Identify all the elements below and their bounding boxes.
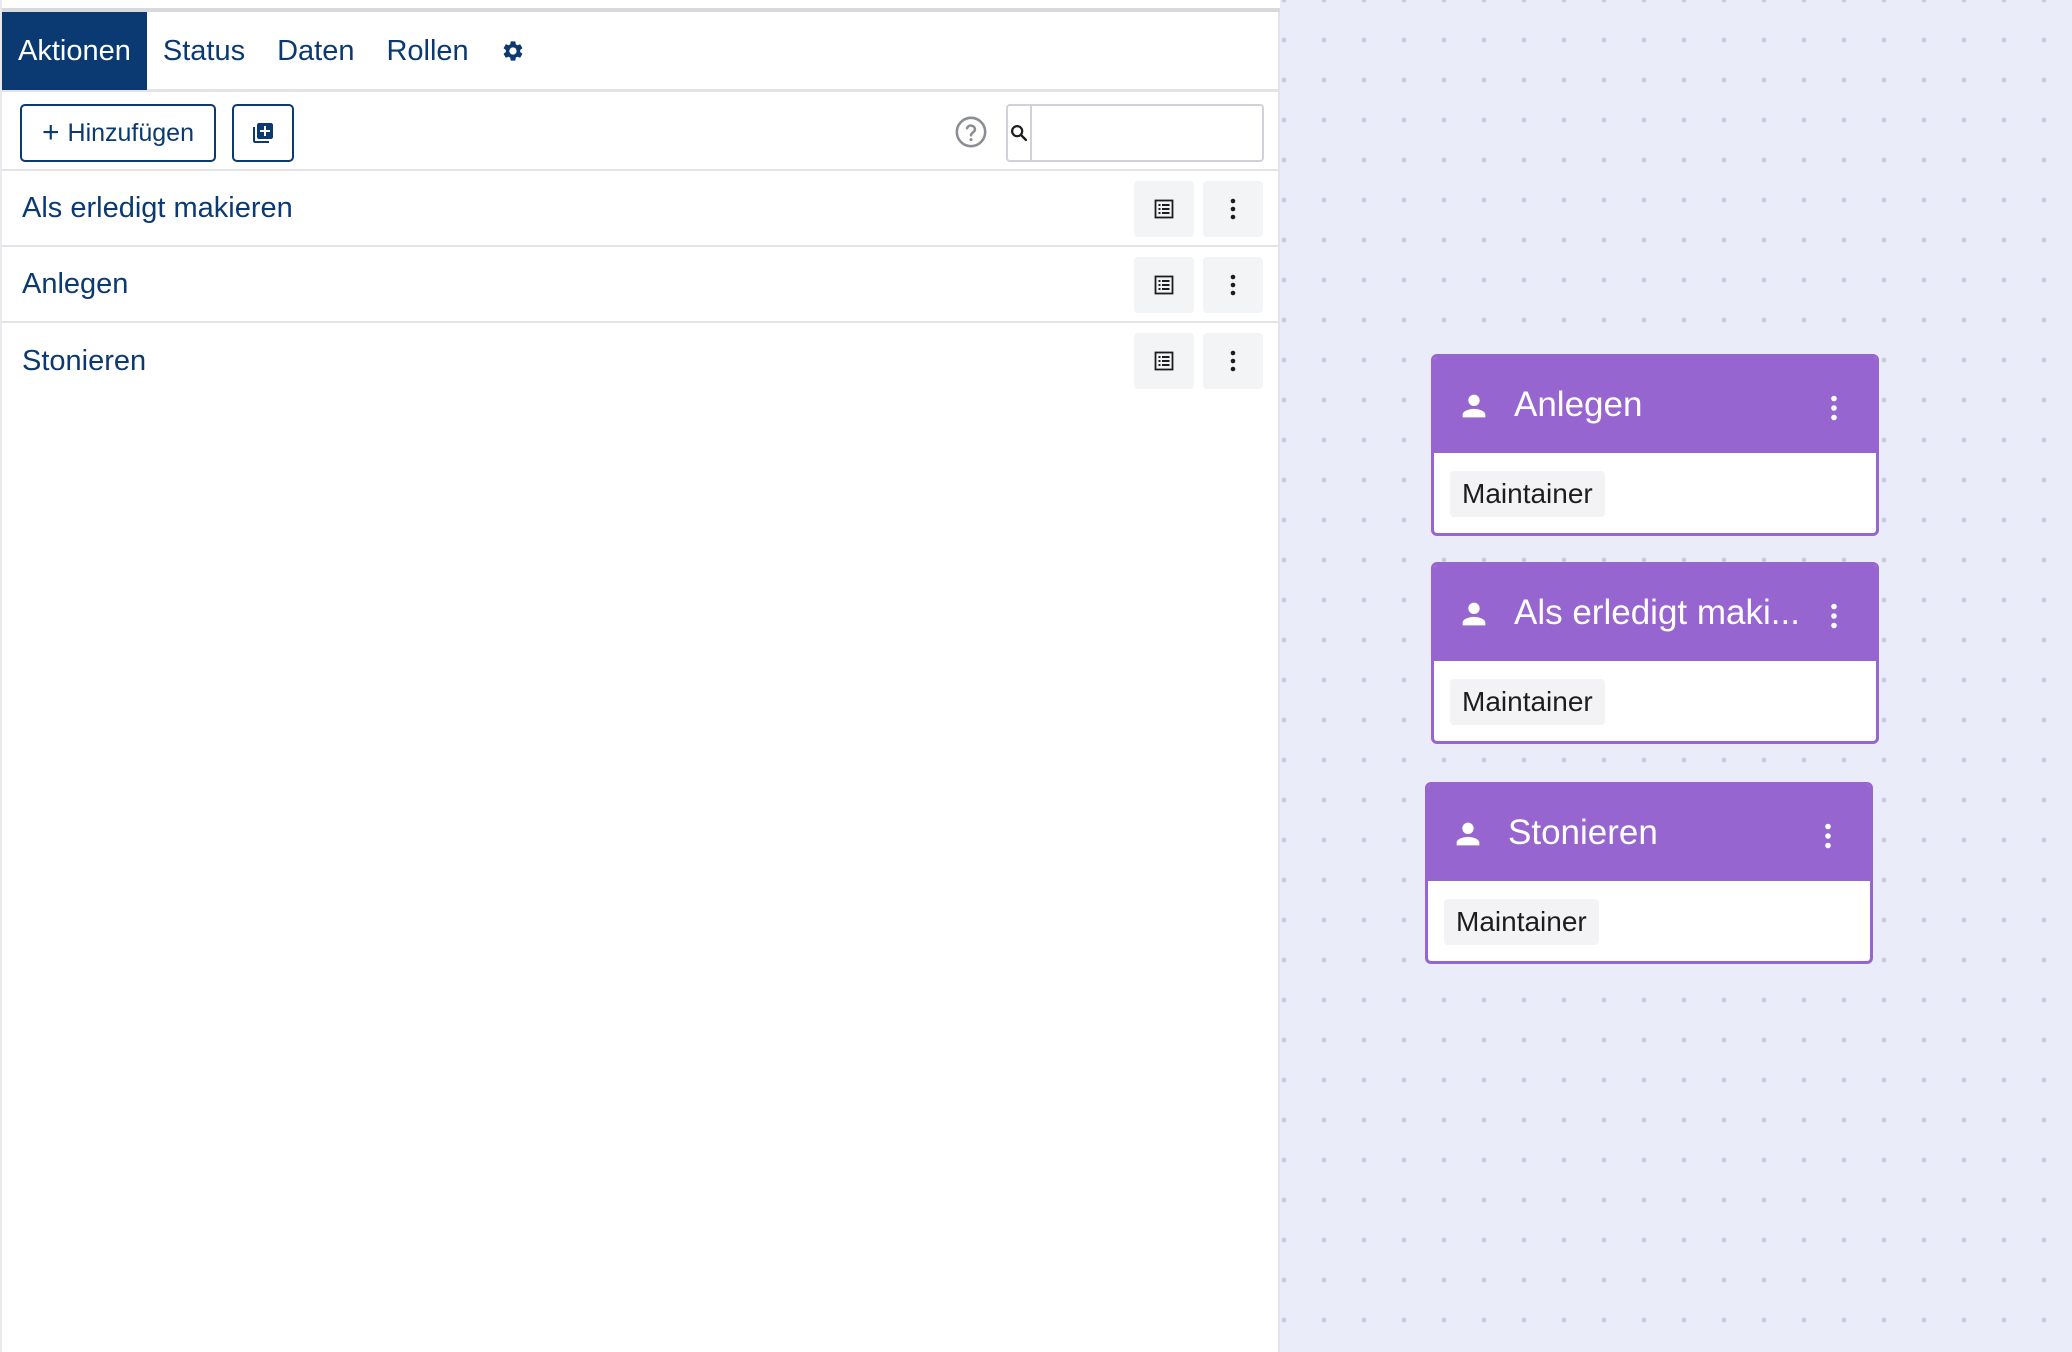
more-button[interactable] [1203,333,1263,389]
list-item[interactable]: Als erledigt makieren [2,171,1280,247]
list-detail-icon [1154,199,1174,219]
list-detail-icon [1154,275,1174,295]
add-copy-icon [253,123,273,143]
more-button[interactable] [1203,257,1263,313]
more-vertical-icon [1230,350,1236,372]
list-item[interactable]: Stonieren [2,323,1280,399]
more-vertical-icon[interactable] [1830,603,1838,629]
list-item-label: Als erledigt makieren [22,191,293,224]
card-title: Als erledigt maki... [1514,593,1800,632]
more-vertical-icon [1230,274,1236,296]
tab-bar: Aktionen Status Daten Rollen [2,12,1280,92]
list-item-label: Stonieren [22,344,147,377]
action-card-stonieren[interactable]: Stonieren Maintainer [1425,782,1873,964]
actions-panel: Aktionen Status Daten Rollen + Hinzufüge… [0,0,1340,1352]
help-circle-icon[interactable] [954,115,988,149]
add-copy-button[interactable] [232,104,294,162]
action-card-als-erledigt[interactable]: Als erledigt maki... Maintainer [1431,562,1879,744]
card-header: Stonieren [1428,785,1870,881]
tab-settings[interactable] [485,12,541,90]
tab-daten[interactable]: Daten [261,12,370,90]
card-title: Stonieren [1508,813,1658,852]
tab-status[interactable]: Status [147,12,261,90]
card-header: Anlegen [1434,357,1876,453]
card-title: Anlegen [1514,385,1643,424]
person-icon [1462,394,1486,418]
card-body: Maintainer [1434,453,1876,533]
tab-rollen[interactable]: Rollen [370,12,484,90]
role-chip: Maintainer [1450,471,1605,517]
list-item-label: Anlegen [22,267,129,300]
card-header: Als erledigt maki... [1434,565,1876,661]
more-button[interactable] [1203,181,1263,237]
search-box [1006,104,1340,162]
action-card-anlegen[interactable]: Anlegen Maintainer [1431,354,1879,536]
role-chip: Maintainer [1444,899,1599,945]
detail-button[interactable] [1134,257,1194,313]
list-detail-icon [1154,351,1174,371]
detail-button[interactable] [1134,333,1194,389]
detail-button[interactable] [1134,181,1194,237]
top-strip [2,0,1282,12]
list-item[interactable]: Anlegen [2,247,1280,323]
card-body: Maintainer [1434,661,1876,741]
more-vertical-icon[interactable] [1830,395,1838,421]
search-button[interactable] [1008,106,1032,160]
gear-icon [503,41,523,61]
role-chip: Maintainer [1450,679,1605,725]
more-vertical-icon[interactable] [1824,823,1832,849]
person-icon [1456,822,1480,846]
plus-icon: + [41,116,60,149]
search-icon [1011,125,1028,142]
add-button-label: Hinzufügen [67,118,194,147]
person-icon [1462,602,1486,626]
card-body: Maintainer [1428,881,1870,961]
diagram-canvas[interactable]: Anlegen Maintainer Als erledigt maki... … [1280,0,2072,1352]
add-button[interactable]: + Hinzufügen [20,104,216,162]
more-vertical-icon [1230,198,1236,220]
toolbar: + Hinzufügen [2,95,1340,171]
tab-aktionen[interactable]: Aktionen [2,12,147,90]
